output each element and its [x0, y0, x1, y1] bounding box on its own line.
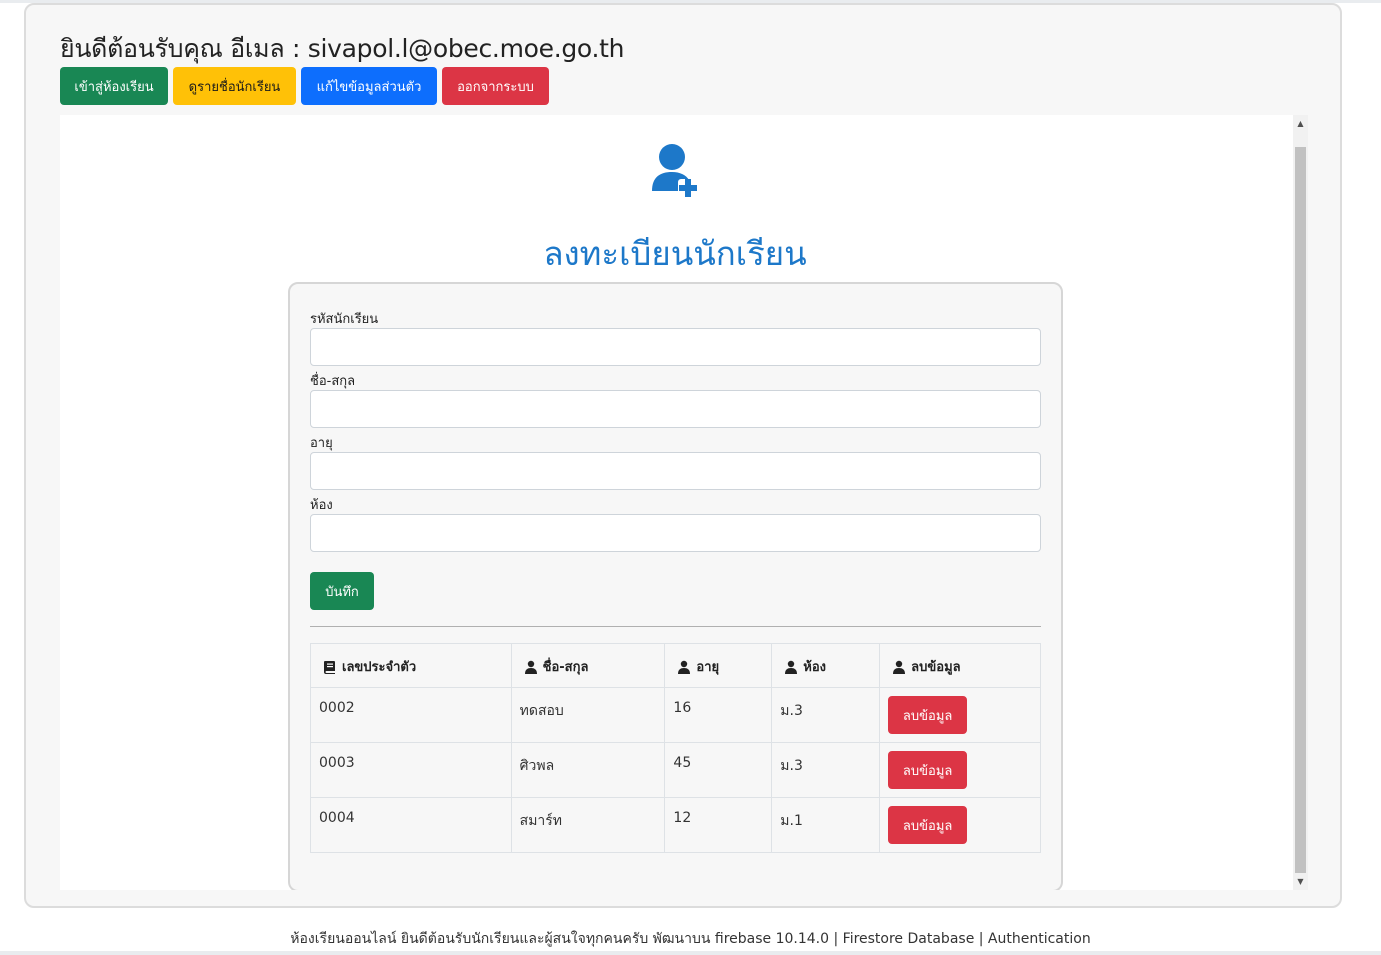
user-icon: [893, 660, 906, 674]
cell-room: ม.3: [771, 687, 881, 743]
cell-age: 45: [664, 742, 773, 798]
column-header-label: ลบข้อมูล: [911, 660, 961, 675]
cell-id: 0004: [310, 797, 512, 853]
user-icon: [785, 660, 798, 674]
save-button[interactable]: บันทึก: [310, 572, 374, 610]
cell-delete: ลบข้อมูล: [879, 742, 1041, 798]
cell-name: ทดสอบ: [510, 687, 666, 743]
column-header-id: เลขประจำตัว: [310, 643, 512, 688]
full-name-input[interactable]: [310, 390, 1041, 428]
students-table: เลขประจำตัว ชื่อ-สกุล อายุ ห้อง ลบข้อมูล…: [310, 643, 1041, 853]
cell-delete: ลบข้อมูล: [879, 687, 1041, 743]
column-header-label: ชื่อ-สกุล: [542, 660, 589, 675]
cell-room: ม.3: [771, 742, 881, 798]
cell-age: 16: [664, 687, 773, 743]
delete-button[interactable]: ลบข้อมูล: [888, 806, 968, 844]
footer-text: ห้องเรียนออนไลน์ ยินดีต้อนรับนักเรียนและ…: [290, 931, 1091, 947]
room-input[interactable]: [310, 514, 1041, 552]
enter-class-button[interactable]: เข้าสู่ห้องเรียน: [60, 67, 168, 105]
logout-button[interactable]: ออกจากระบบ: [442, 67, 549, 105]
cell-delete: ลบข้อมูล: [879, 797, 1041, 853]
table-row: 0004 สมาร์ท 12 ม.1 ลบข้อมูล: [310, 797, 1041, 853]
scroll-down-arrow-icon[interactable]: ▼: [1293, 873, 1308, 890]
column-header-label: อายุ: [696, 660, 720, 675]
edit-profile-button[interactable]: แก้ไขข้อมูลส่วนตัว: [301, 67, 437, 105]
divider: [310, 626, 1041, 627]
book-icon: [324, 660, 335, 674]
user-icon: [678, 660, 691, 674]
column-header-room: ห้อง: [771, 643, 881, 688]
vertical-scrollbar[interactable]: ▲ ▼: [1293, 115, 1308, 890]
cell-name: ศิวพล: [510, 742, 666, 798]
bottom-border: [0, 951, 1381, 955]
column-header-age: อายุ: [664, 643, 773, 688]
cell-name: สมาร์ท: [510, 797, 666, 853]
full-name-label: ชื่อ-สกุล: [310, 374, 356, 389]
column-header-delete: ลบข้อมูล: [879, 643, 1041, 688]
user-icon: [524, 660, 537, 674]
table-row: 0003 ศิวพล 45 ม.3 ลบข้อมูล: [310, 742, 1041, 798]
cell-id: 0003: [310, 742, 512, 798]
embedded-frame[interactable]: ลงทะเบียนนักเรียน รหัสนักเรียน ชื่อ-สกุล…: [60, 115, 1308, 890]
scroll-thumb[interactable]: [1295, 147, 1306, 873]
main-card: ยินดีต้อนรับคุณ อีเมล : sivapol.l@obec.m…: [24, 3, 1342, 908]
room-label: ห้อง: [310, 498, 333, 513]
table-row: 0002 ทดสอบ 16 ม.3 ลบข้อมูล: [310, 687, 1041, 743]
delete-button[interactable]: ลบข้อมูล: [888, 696, 968, 734]
column-header-name: ชื่อ-สกุล: [510, 643, 666, 688]
scroll-up-arrow-icon[interactable]: ▲: [1293, 115, 1308, 132]
page-title: ลงทะเบียนนักเรียน: [543, 234, 807, 273]
cell-age: 12: [664, 797, 773, 853]
cell-room: ม.1: [771, 797, 881, 853]
age-label: อายุ: [310, 436, 333, 451]
column-header-label: เลขประจำตัว: [342, 660, 417, 675]
delete-button[interactable]: ลบข้อมูล: [888, 751, 968, 789]
age-input[interactable]: [310, 452, 1041, 490]
student-id-input[interactable]: [310, 328, 1041, 366]
cell-id: 0002: [310, 687, 512, 743]
welcome-heading: ยินดีต้อนรับคุณ อีเมล : sivapol.l@obec.m…: [60, 34, 625, 63]
column-header-label: ห้อง: [803, 660, 827, 675]
table-header-row: เลขประจำตัว ชื่อ-สกุล อายุ ห้อง ลบข้อมูล: [310, 643, 1041, 688]
view-students-button[interactable]: ดูรายชื่อนักเรียน: [173, 67, 296, 105]
registration-form: รหัสนักเรียน ชื่อ-สกุล อายุ ห้อง บันทึก: [288, 282, 1063, 890]
student-id-label: รหัสนักเรียน: [310, 312, 379, 327]
user-plus-icon: [652, 144, 698, 197]
